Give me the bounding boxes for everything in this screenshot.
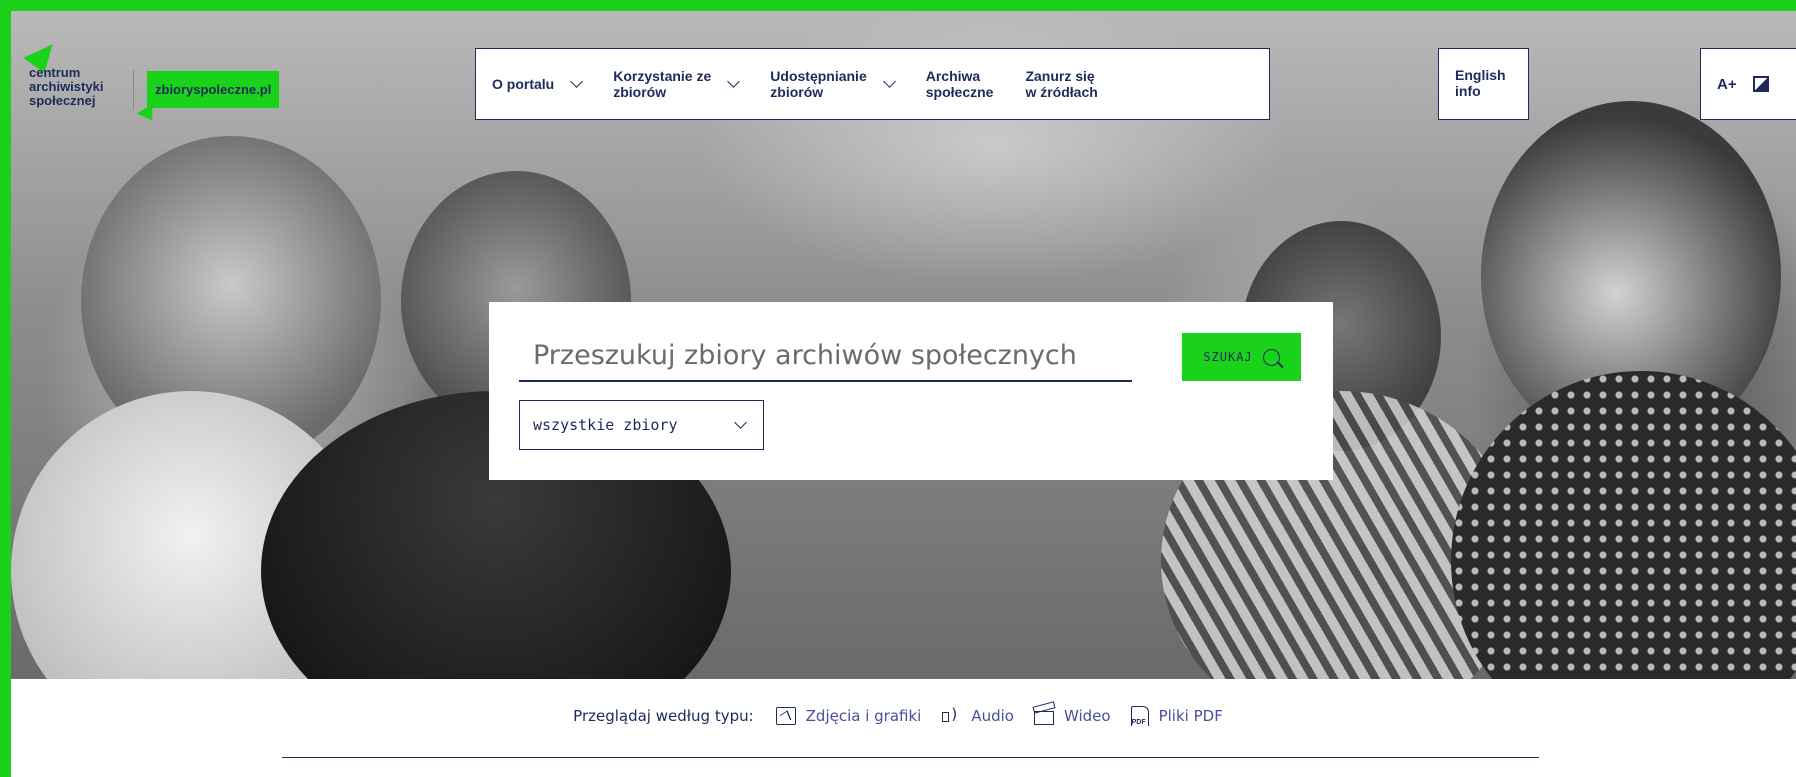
type-label: Zdjęcia i grafiki bbox=[805, 707, 922, 725]
nav-item-label: Korzystanie ze zbiorów bbox=[613, 68, 712, 100]
nav-item-label: O portalu bbox=[492, 76, 555, 92]
search-button[interactable]: SZUKAJ bbox=[1182, 333, 1301, 381]
nav-item-label: Udostępnianie zbiorów bbox=[770, 68, 867, 100]
nav-item-udostepnianie[interactable]: Udostępnianie zbiorów bbox=[754, 49, 909, 119]
nav-item-label: Zanurz się w źródłach bbox=[1025, 68, 1098, 100]
org-name: centrum archiwistyki społecznej bbox=[29, 65, 104, 108]
search-panel: Przeszukuj zbiory archiwów społecznych S… bbox=[489, 302, 1333, 480]
contrast-icon[interactable] bbox=[1752, 76, 1769, 92]
nav-item-archiwa[interactable]: Archiwa społeczne bbox=[910, 49, 1010, 119]
type-link-audio[interactable]: Audio bbox=[941, 705, 1014, 725]
nav-item-korzystanie[interactable]: Korzystanie ze zbiorów bbox=[597, 49, 754, 119]
chevron-down-icon bbox=[734, 415, 747, 429]
chevron-down-icon bbox=[882, 75, 896, 88]
video-icon bbox=[1033, 711, 1054, 725]
hero-figure bbox=[1451, 371, 1796, 679]
type-link-images[interactable]: Zdjęcia i grafiki bbox=[775, 707, 922, 725]
search-input[interactable]: Przeszukuj zbiory archiwów społecznych bbox=[519, 336, 1132, 382]
collection-scope-select[interactable]: wszystkie zbiory bbox=[519, 400, 764, 450]
nav-item-label: Archiwa społeczne bbox=[925, 68, 994, 100]
main-nav: O portalu Korzystanie ze zbiorów Udostęp… bbox=[475, 48, 1270, 120]
section-divider bbox=[282, 757, 1539, 758]
pdf-icon: PDF bbox=[1130, 706, 1149, 726]
logo-separator bbox=[133, 70, 134, 110]
nav-item-o-portalu[interactable]: O portalu bbox=[476, 49, 597, 119]
font-size-button[interactable]: A+ bbox=[1717, 76, 1737, 93]
search-button-label: SZUKAJ bbox=[1203, 350, 1253, 364]
accessibility-tools: A+ bbox=[1700, 48, 1796, 120]
chevron-down-icon bbox=[727, 75, 741, 88]
chevron-down-icon bbox=[570, 75, 584, 88]
english-info-button[interactable]: English info bbox=[1438, 48, 1529, 120]
type-label: Pliki PDF bbox=[1158, 707, 1223, 725]
type-label: Audio bbox=[971, 707, 1014, 725]
scope-value: wszystkie zbiory bbox=[533, 416, 678, 434]
nav-item-zanurz[interactable]: Zanurz się w źródłach bbox=[1009, 49, 1113, 119]
browse-label: Przeglądaj według typu: bbox=[573, 707, 754, 725]
browse-by-type: Przeglądaj według typu: Zdjęcia i grafik… bbox=[0, 705, 1796, 726]
site-name-badge: zbioryspoleczne.pl bbox=[147, 71, 280, 108]
image-icon bbox=[775, 707, 796, 725]
type-link-video[interactable]: Wideo bbox=[1033, 707, 1111, 725]
search-icon bbox=[1262, 348, 1280, 366]
audio-icon bbox=[941, 705, 961, 725]
type-link-pdf[interactable]: PDF Pliki PDF bbox=[1130, 706, 1223, 726]
type-label: Wideo bbox=[1063, 707, 1111, 725]
